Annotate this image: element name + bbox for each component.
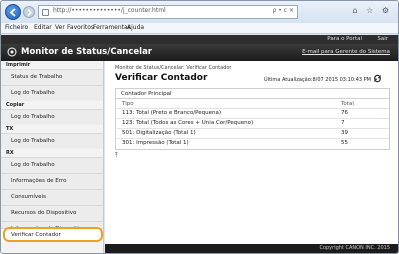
sidebar-group-tx: TX <box>6 126 14 132</box>
logout-link[interactable]: Sair <box>377 36 388 42</box>
sidebar-item-label: Log do Trabalho <box>11 90 55 96</box>
sidebar-item-tx-job-log[interactable]: Log do Trabalho <box>1 133 103 149</box>
sidebar-item-label: Informações de Erro <box>11 178 67 184</box>
counter-row-label: 301: Impressão (Total 1) <box>122 140 189 146</box>
address-bar-tools[interactable]: ρ • c × <box>273 7 294 14</box>
address-toolbar: http://••••••••••••••/j_counter.html ρ •… <box>1 1 398 23</box>
sidebar: Imprimir Status de Trabalho Log do Traba… <box>1 61 104 253</box>
row-divider <box>117 108 389 109</box>
app-top-bar: Para o Portal Sair <box>1 35 398 44</box>
counter-row-value: 39 <box>341 130 348 136</box>
row-divider <box>117 138 389 139</box>
browser-toolbar-icons[interactable]: ⌂ ☆ ⚙ <box>352 6 392 15</box>
url-text: http://••••••••••••••/j_counter.html <box>53 7 166 14</box>
sidebar-group-rx: RX <box>6 150 14 156</box>
counter-row-label: 123: Total (Todos as Cores + Unia Cor/Pe… <box>122 120 254 126</box>
last-update-text: Última Atualização:8/07 2015 03:10:43 PM <box>264 77 371 83</box>
menu-favoritos[interactable]: Favoritos <box>67 24 94 31</box>
sidebar-item-label: Consumíveis <box>11 194 46 200</box>
app-title-bar: Monitor de Status/Cancelar E-mail para G… <box>1 44 398 61</box>
app-title: Monitor de Status/Cancelar <box>21 47 152 57</box>
sidebar-item-label: Log do Trabalho <box>11 138 55 144</box>
row-divider <box>117 128 389 129</box>
row-divider <box>117 118 389 119</box>
menu-ajuda[interactable]: Ajuda <box>127 24 144 31</box>
sidebar-item-rx-job-log[interactable]: Log do Trabalho <box>1 157 103 173</box>
menu-ferramentas[interactable]: Ferramentas <box>93 24 131 31</box>
forward-button[interactable] <box>23 6 35 18</box>
counter-section-header: Contador Principal <box>116 89 389 99</box>
sidebar-item-label: Verificar Contador <box>11 232 61 238</box>
sidebar-item-consumables[interactable]: Consumíveis <box>1 189 103 205</box>
counter-row-label: 501: Digitalização (Total 1) <box>122 130 196 136</box>
footer: Copyright CANON INC. 2015 <box>105 244 398 253</box>
menu-ver[interactable]: Ver <box>55 24 65 31</box>
column-total-header: Total <box>341 101 354 107</box>
sidebar-group-imprimir: Imprimir <box>6 62 31 68</box>
menu-bar: Ficheiro Editar Ver Favoritos Ferramenta… <box>1 23 398 34</box>
menu-ficheiro[interactable]: Ficheiro <box>5 24 28 31</box>
sidebar-item-label: Status de Trabalho <box>11 74 63 80</box>
sidebar-item-print-job-status[interactable]: Status de Trabalho <box>1 69 103 85</box>
back-button[interactable] <box>5 4 21 20</box>
back-to-top-icon[interactable]: ⤒ <box>115 152 118 160</box>
counter-row-label: 113: Total (Preto e Branco/Pequena) <box>122 110 221 116</box>
address-bar[interactable]: http://••••••••••••••/j_counter.html ρ •… <box>38 5 298 19</box>
sidebar-item-label: Recursos do Dispositivo <box>11 210 77 216</box>
refresh-icon[interactable] <box>373 74 382 83</box>
counter-row-value: 55 <box>341 140 348 146</box>
copyright-text: Copyright CANON INC. 2015 <box>319 245 390 251</box>
sidebar-item-device-features[interactable]: Recursos do Dispositivo <box>1 205 103 221</box>
counter-row-value: 76 <box>341 110 348 116</box>
menu-editar[interactable]: Editar <box>34 24 52 31</box>
sidebar-item-error-info[interactable]: Informações de Erro <box>1 173 103 189</box>
main-content: Monitor de Status/Cancelar: Verificar Co… <box>105 61 398 244</box>
sidebar-group-copiar: Copiar <box>6 102 25 108</box>
arrow-right-icon <box>27 9 32 16</box>
counter-table: Contador Principal Tipo Total 113: Total… <box>115 88 390 150</box>
sidebar-item-label: Log do Trabalho <box>11 114 55 120</box>
counter-section-title: Contador Principal <box>121 91 172 97</box>
page-title: Verificar Contador <box>115 73 208 83</box>
arrow-left-icon <box>9 8 16 17</box>
column-type-header: Tipo <box>122 101 134 107</box>
page-icon <box>42 9 49 16</box>
browser-window: http://••••••••••••••/j_counter.html ρ •… <box>0 0 399 254</box>
portal-link[interactable]: Para o Portal <box>327 36 362 42</box>
sidebar-item-print-job-log[interactable]: Log do Trabalho <box>1 85 103 101</box>
breadcrumb: Monitor de Status/Cancelar: Verificar Co… <box>115 65 232 71</box>
status-monitor-icon <box>7 47 17 57</box>
sidebar-item-copy-job-log[interactable]: Log do Trabalho <box>1 109 103 125</box>
counter-row-value: 7 <box>341 120 345 126</box>
mail-admin-link[interactable]: E-mail para Gerente do Sistema <box>302 49 390 55</box>
sidebar-item-label: Log do Trabalho <box>11 162 55 168</box>
sidebar-item-check-counter[interactable]: Verificar Contador <box>1 228 103 242</box>
